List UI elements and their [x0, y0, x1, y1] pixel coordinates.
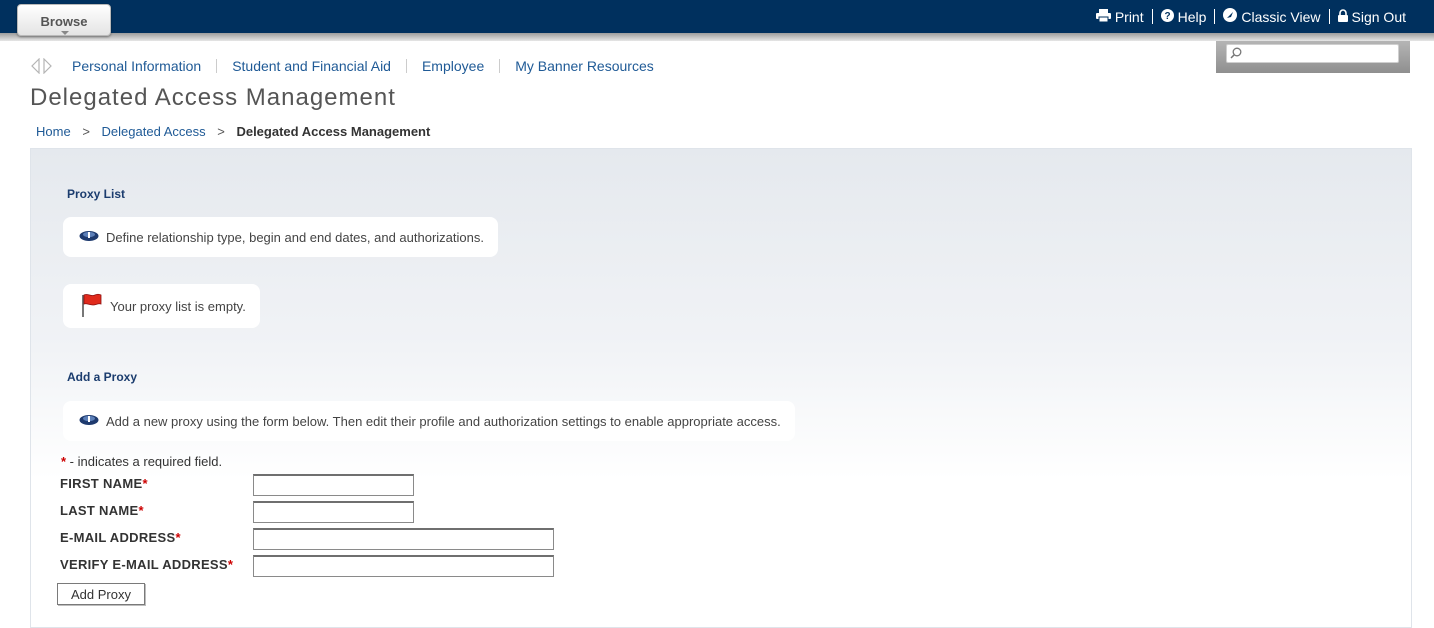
verify-email-field[interactable] [253, 555, 554, 577]
menu-item-personal-information[interactable]: Personal Information [57, 58, 216, 74]
breadcrumb-separator: > [217, 124, 225, 139]
breadcrumb: Home > Delegated Access > Delegated Acce… [36, 124, 430, 139]
sign-out-label: Sign Out [1351, 8, 1406, 25]
printer-icon [1095, 8, 1111, 25]
proxy-list-info-box: Define relationship type, begin and end … [63, 217, 498, 257]
required-star: * [227, 557, 234, 572]
print-link[interactable]: Print [1095, 8, 1144, 25]
lock-icon [1337, 8, 1348, 25]
search-icon [1230, 47, 1242, 62]
flag-icon [81, 293, 103, 320]
first-name-field[interactable] [253, 474, 414, 496]
utility-nav: Print ? Help Classic View Sign Out [1095, 0, 1406, 33]
content-panel: Proxy List Define relationship type, beg… [30, 148, 1412, 628]
help-icon: ? [1160, 8, 1174, 25]
browse-label: Browse [40, 14, 88, 29]
required-star: * [142, 476, 148, 491]
proxy-list-warning-box: Your proxy list is empty. [63, 284, 260, 328]
required-star: * [175, 530, 181, 545]
chevron-left-icon[interactable] [31, 57, 40, 75]
verify-email-label: VERIFY E-MAIL ADDRESS* [60, 557, 234, 572]
last-name-field[interactable] [253, 501, 414, 523]
menu-item-employee[interactable]: Employee [407, 58, 499, 74]
add-proxy-button[interactable]: Add Proxy [57, 583, 145, 605]
required-note-text: - indicates a required field. [66, 454, 223, 469]
sign-out-link[interactable]: Sign Out [1337, 8, 1406, 25]
main-menu: Personal Information Student and Financi… [57, 58, 669, 74]
proxy-list-info-text: Define relationship type, begin and end … [106, 229, 484, 245]
classic-view-link[interactable]: Classic View [1223, 8, 1321, 25]
util-divider [1328, 9, 1330, 24]
breadcrumb-delegated-access[interactable]: Delegated Access [102, 124, 206, 139]
menu-item-my-banner-resources[interactable]: My Banner Resources [500, 58, 669, 74]
util-divider [1151, 9, 1153, 24]
add-proxy-info-box: Add a new proxy using the form below. Th… [63, 401, 795, 441]
proxy-list-warning-text: Your proxy list is empty. [110, 298, 246, 314]
chevron-right-icon[interactable] [43, 57, 52, 75]
menu-item-student-financial-aid[interactable]: Student and Financial Aid [217, 58, 406, 74]
search-input[interactable] [1226, 44, 1399, 63]
add-proxy-info-text: Add a new proxy using the form below. Th… [106, 413, 781, 429]
required-field-note: * - indicates a required field. [61, 454, 222, 469]
info-icon [79, 229, 99, 246]
first-name-label: FIRST NAME* [60, 476, 148, 491]
nav-arrows [30, 57, 54, 77]
browse-button[interactable]: Browse [17, 4, 111, 36]
proxy-list-title: Proxy List [67, 187, 126, 201]
last-name-label: LAST NAME* [60, 503, 144, 518]
help-link[interactable]: ? Help [1160, 8, 1207, 25]
email-field[interactable] [253, 528, 554, 550]
email-label: E-MAIL ADDRESS* [60, 530, 181, 545]
info-icon [79, 413, 99, 430]
add-proxy-title: Add a Proxy [67, 370, 138, 384]
top-bar-shadow [0, 33, 1434, 41]
chevron-down-icon [61, 31, 69, 35]
classic-view-label: Classic View [1241, 8, 1321, 25]
print-label: Print [1114, 8, 1144, 25]
search-panel [1216, 41, 1410, 73]
classic-view-icon [1223, 8, 1238, 25]
breadcrumb-home[interactable]: Home [36, 124, 71, 139]
page-title: Delegated Access Management [30, 84, 396, 111]
help-label: Help [1177, 8, 1207, 25]
required-star: * [138, 503, 144, 518]
breadcrumb-current: Delegated Access Management [236, 124, 431, 139]
breadcrumb-separator: > [82, 124, 90, 139]
util-divider [1214, 9, 1216, 24]
svg-text:?: ? [1164, 11, 1170, 22]
